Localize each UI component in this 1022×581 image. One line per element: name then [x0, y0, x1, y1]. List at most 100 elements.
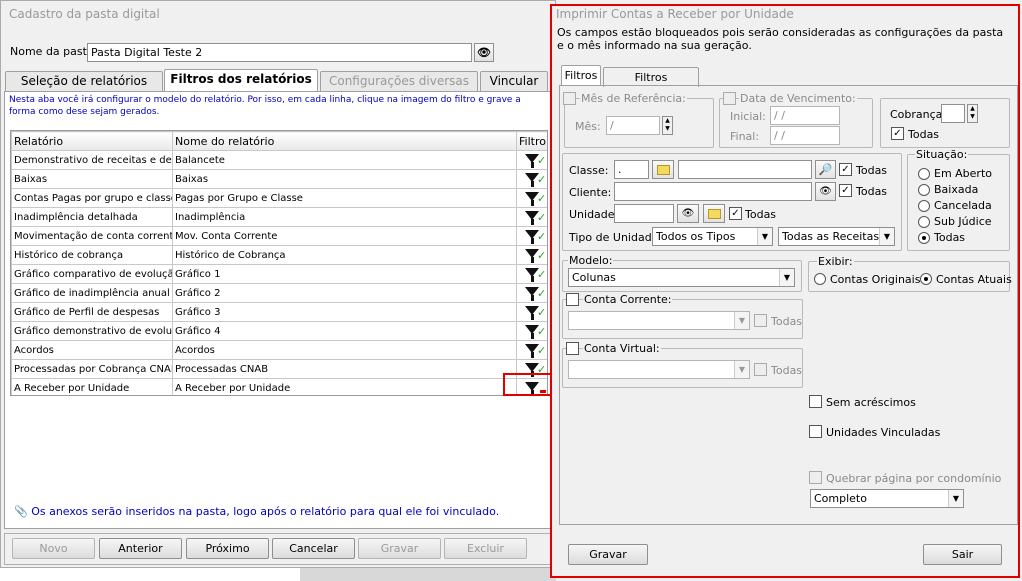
exibir-label: Exibir:: [817, 255, 854, 268]
filter-cell[interactable]: ✓: [516, 207, 547, 227]
sair-button[interactable]: Sair: [923, 544, 1002, 565]
cobranca-input[interactable]: [941, 104, 965, 123]
filter-cell[interactable]: ✓: [516, 264, 547, 284]
conta-corrente-todas-label: Todas: [771, 315, 803, 328]
table-row[interactable]: Acordos Acordos ✓: [11, 340, 547, 360]
conta-virtual-todas-checkbox[interactable]: [754, 363, 767, 376]
sem-acrescimos-checkbox[interactable]: [809, 395, 822, 408]
final-input[interactable]: / /: [770, 126, 840, 145]
situacao-radio[interactable]: [918, 232, 930, 244]
search-binoculars-button[interactable]: 👁: [474, 43, 494, 62]
filter-cell[interactable]: ✓: [516, 150, 547, 170]
filter-stem-icon: [531, 333, 534, 339]
cancelar-button[interactable]: Cancelar: [272, 538, 355, 559]
unidades-vinculadas-checkbox[interactable]: [809, 425, 822, 438]
exibir-atuais-radio[interactable]: [920, 273, 932, 285]
classe-input[interactable]: .: [614, 160, 649, 179]
conta-virtual-select[interactable]: ▼: [568, 360, 750, 379]
modelo-select[interactable]: Colunas ▼: [568, 268, 795, 287]
col-filtro[interactable]: Filtro: [516, 131, 547, 151]
filter-stem-icon: [531, 257, 534, 263]
excluir-button[interactable]: Excluir: [444, 538, 527, 559]
nome-cell: Gráfico 2: [172, 283, 517, 303]
unidade-input[interactable]: [614, 204, 674, 223]
cobranca-spinner[interactable]: ▲ ▼: [967, 104, 978, 123]
cobranca-todas-checkbox[interactable]: ✓: [891, 127, 904, 140]
nome-cell: Pagas por Grupo e Classe: [172, 188, 517, 208]
quebrar-select[interactable]: Completo ▼: [810, 489, 964, 508]
classe-folder-button[interactable]: [652, 160, 674, 179]
gravar-right-button[interactable]: Gravar: [568, 544, 648, 565]
check-icon: ✓: [537, 192, 547, 205]
col-nome[interactable]: Nome do relatório: [172, 131, 517, 151]
gravar-button[interactable]: Gravar: [358, 538, 441, 559]
nome-pasta-input[interactable]: Pasta Digital Teste 2: [87, 43, 472, 62]
filter-stem-icon: [531, 295, 534, 301]
data-venc-checkbox[interactable]: [723, 92, 736, 105]
situacao-radio[interactable]: [918, 184, 930, 196]
inicial-input[interactable]: / /: [770, 106, 840, 125]
footnote-text: Os anexos serão inseridos na pasta, logo…: [31, 505, 500, 518]
tab-vincular[interactable]: Vincular: [480, 71, 548, 91]
tab-configuracoes[interactable]: Configurações diversas: [320, 71, 478, 91]
relatorio-cell: Movimentação de conta corrente: [11, 226, 173, 246]
quebrar-pagina-checkbox[interactable]: [809, 471, 822, 484]
exibir-originais-radio[interactable]: [814, 273, 826, 285]
table-row[interactable]: Inadimplência detalhada Inadimplência ✓: [11, 207, 547, 227]
classe-desc-input[interactable]: [678, 160, 812, 179]
mes-spinner[interactable]: ▲ ▼: [662, 116, 673, 135]
unidade-todas-checkbox[interactable]: ✓: [729, 207, 742, 220]
table-row[interactable]: Gráfico de inadimplência anual Gráfico 2 ✓: [11, 283, 547, 303]
cliente-todas-checkbox[interactable]: ✓: [839, 184, 852, 197]
cliente-input[interactable]: [614, 182, 812, 201]
table-row[interactable]: Histórico de cobrança Histórico de Cobran…: [11, 245, 547, 265]
classe-search-button[interactable]: 🔎: [815, 160, 836, 179]
tab-selecao[interactable]: Seleção de relatórios: [5, 71, 163, 91]
situacao-radio[interactable]: [918, 200, 930, 212]
filter-cell[interactable]: ✓: [516, 245, 547, 265]
unidade-search-button[interactable]: 👁: [677, 204, 699, 223]
table-row[interactable]: A Receber por Unidade A Receber por Unida…: [11, 378, 547, 395]
tab-filtros-right[interactable]: Filtros: [561, 65, 601, 86]
table-row[interactable]: Processadas por Cobrança CNAB Processadas…: [11, 359, 547, 379]
filter-cell[interactable]: ✓: [516, 321, 547, 341]
receitas-select[interactable]: Todas as Receitas ▼: [778, 227, 895, 246]
tab-filtros-avancados[interactable]: Filtros Avançados: [603, 67, 699, 103]
table-row[interactable]: Gráfico comparativo de evolução de dGráf…: [11, 264, 547, 284]
filter-cell[interactable]: ✓: [516, 226, 547, 246]
table-row[interactable]: Gráfico demonstrativo de evolução deGráf…: [11, 321, 547, 341]
situacao-radio[interactable]: [918, 168, 930, 180]
tipo-unidade-select[interactable]: Todos os Tipos ▼: [652, 227, 773, 246]
table-row[interactable]: Movimentação de conta corrente Mov. Conta…: [11, 226, 547, 246]
mes-ref-checkbox[interactable]: [563, 92, 576, 105]
filter-cell[interactable]: ✓: [516, 169, 547, 189]
mes-input[interactable]: /: [606, 116, 660, 135]
novo-button[interactable]: Novo: [12, 538, 95, 559]
anterior-button[interactable]: Anterior: [99, 538, 182, 559]
filter-cell[interactable]: ✓: [516, 188, 547, 208]
conta-corrente-select[interactable]: ▼: [568, 311, 750, 330]
quebrar-pagina-label: Quebrar página por condomínio: [826, 472, 1002, 485]
cliente-search-button[interactable]: 👁: [815, 182, 836, 201]
relatorio-cell: Gráfico de inadimplência anual: [11, 283, 173, 303]
conta-corrente-checkbox[interactable]: [566, 293, 579, 306]
filter-cell[interactable]: ✓: [516, 302, 547, 322]
col-relatorio[interactable]: Relatório: [11, 131, 173, 151]
mes-label: Mês:: [575, 120, 601, 133]
cliente-todas-label: Todas: [856, 185, 888, 198]
tab-filtros[interactable]: Filtros dos relatórios: [164, 69, 318, 91]
check-icon: ✓: [537, 268, 547, 281]
conta-corrente-todas-checkbox[interactable]: [754, 314, 767, 327]
proximo-button[interactable]: Próximo: [186, 538, 269, 559]
table-row[interactable]: Contas Pagas por grupo e classe Pagas por…: [11, 188, 547, 208]
conta-virtual-checkbox[interactable]: [566, 342, 579, 355]
situacao-radio[interactable]: [918, 216, 930, 228]
table-row[interactable]: Demonstrativo de receitas e despesasBala…: [11, 150, 547, 170]
table-row[interactable]: Gráfico de Perfil de despesas Gráfico 3 ✓: [11, 302, 547, 322]
classe-todas-checkbox[interactable]: ✓: [839, 163, 852, 176]
table-row[interactable]: Baixas Baixas ✓: [11, 169, 547, 189]
unidade-folder-button[interactable]: [703, 204, 725, 223]
filter-cell[interactable]: ✓: [516, 283, 547, 303]
filter-cell[interactable]: ✓: [516, 340, 547, 360]
filter-stem-icon: [531, 276, 534, 282]
